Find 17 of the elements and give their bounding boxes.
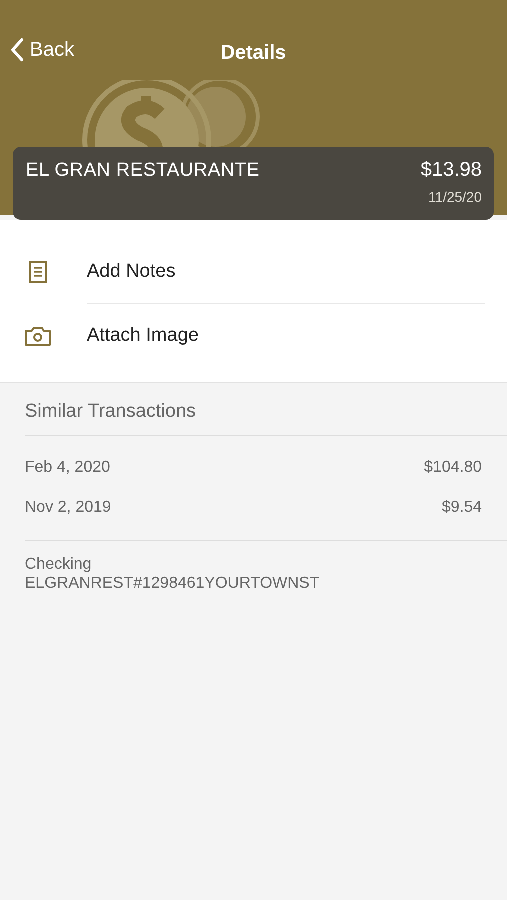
camera-icon [24, 325, 52, 347]
transaction-date: Nov 2, 2019 [25, 499, 112, 517]
transaction-description: ELGRANREST#1298461YOURTOWNST [25, 574, 321, 593]
merchant-name: EL GRAN RESTAURANTE [26, 160, 260, 183]
document-icon [28, 260, 48, 284]
transaction-amount: $104.80 [424, 459, 482, 477]
page-title: Details [220, 42, 286, 64]
account-name: Checking [25, 555, 93, 574]
transaction-amount: $9.54 [442, 499, 482, 517]
action-item[interactable]: Attach Image [87, 304, 485, 368]
transaction-date: 11/25/20 [428, 189, 482, 205]
action-item[interactable]: Add Notes [87, 240, 485, 304]
transaction-date: Feb 4, 2020 [25, 459, 110, 477]
transaction-amount: $13.98 [420, 159, 482, 182]
section-title: Similar Transactions [25, 383, 507, 436]
back-chevron-icon [10, 38, 24, 62]
back-button[interactable]: Back [10, 38, 74, 62]
